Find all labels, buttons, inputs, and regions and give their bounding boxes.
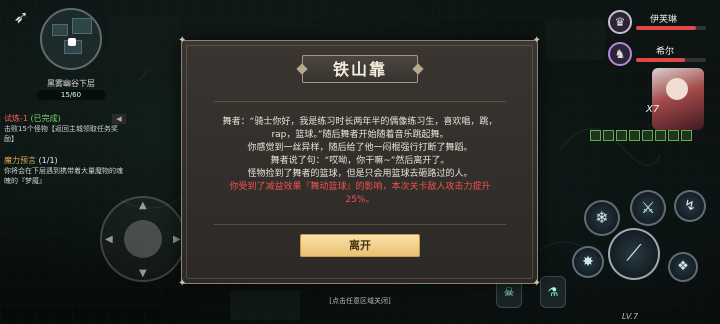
- buff-icon: [590, 130, 601, 141]
- arrow-up-icon: ▲: [139, 200, 147, 211]
- buff-icon: [642, 130, 653, 141]
- quest-count: (1/1): [38, 156, 58, 165]
- corner-ornament-icon: ✦: [532, 35, 541, 46]
- corner-ornament-icon: ✦: [178, 278, 187, 289]
- minimap-room: [72, 18, 92, 34]
- dialog-title-plate: 铁山靠: [302, 55, 418, 83]
- buff-icons: [590, 130, 692, 141]
- area-progress: 15/60: [36, 90, 106, 100]
- close-hint[interactable]: [点击任意区域关闭]: [0, 296, 720, 306]
- minimap-room: [52, 24, 68, 36]
- party-avatar-icon[interactable]: ♛: [608, 10, 632, 34]
- dialog-title: 铁山靠: [332, 60, 387, 79]
- event-dialog: ✦ ✦ ✦ ✦ 铁山靠 舞者：“骑士你好，我是练习时长两年半的偶像练习生，喜欢唱…: [178, 35, 541, 289]
- dodge-skill-icon[interactable]: ❖: [668, 252, 698, 282]
- arrow-down-icon: ▼: [139, 268, 147, 279]
- party-avatar-icon[interactable]: ♞: [608, 42, 632, 66]
- quest-desc: 击败15个怪物【返回主城领取任务奖励】: [4, 125, 118, 143]
- buff-icon: [668, 130, 679, 141]
- leave-button[interactable]: 离开: [300, 234, 420, 257]
- hero-portrait[interactable]: [652, 68, 704, 130]
- arrow-left-icon: ◀: [105, 234, 113, 245]
- party-member-name: 伊芙琳: [650, 15, 678, 25]
- movement-joystick[interactable]: ▲ ▼ ◀ ▶: [100, 196, 186, 282]
- quest-collapse-button[interactable]: ◀: [112, 114, 126, 124]
- buff-icon: [655, 130, 666, 141]
- hero-face: [666, 78, 688, 100]
- ice-skill-icon[interactable]: ❄: [584, 200, 620, 236]
- arrow-right-icon: ▶: [173, 234, 181, 245]
- minimap[interactable]: [40, 8, 102, 70]
- dialog-paragraph: 舞者：“骑士你好，我是练习时长两年半的偶像练习生，喜欢唱，跳，rap，篮球。”随…: [222, 117, 498, 140]
- player-marker-icon: [68, 38, 76, 46]
- buff-icon: [681, 130, 692, 141]
- quest-title: 试炼-1: [4, 114, 28, 123]
- slash-skill-icon[interactable]: ↯: [674, 190, 706, 222]
- level-label: LV.7: [622, 312, 639, 321]
- hp-bar-fill: [636, 26, 696, 30]
- debuff-effect-text: 你受到了减益效果『舞动篮球』的影响，本次关卡敌人攻击力提升25%。: [229, 182, 491, 205]
- dialog-body: 舞者：“骑士你好，我是练习时长两年半的偶像练习生，喜欢唱，跳，rap，篮球。”随…: [214, 101, 506, 225]
- corner-ornament-icon: ✦: [178, 35, 187, 46]
- dialog-paragraph: 怪物捡到了舞者的篮球，但是只会用篮球去砸路过的人。: [247, 169, 473, 179]
- corner-ornament-icon: ✦: [532, 278, 541, 289]
- dialog-paragraph: 你感觉到一丝异样，随后给了他一闷棍强行打断了舞蹈。: [247, 143, 473, 153]
- hp-bar-fill: [636, 58, 685, 62]
- quest-trial[interactable]: 试炼-1 (已完成) 击败15个怪物【返回主城领取任务奖励】: [4, 114, 126, 144]
- quest-title: 魔力预言: [4, 156, 36, 165]
- buff-icon: [629, 130, 640, 141]
- burst-skill-icon[interactable]: ✸: [572, 246, 604, 278]
- winged-boot-icon[interactable]: ➶: [8, 6, 34, 30]
- quest-desc: 你将会在下层遇到携带着大量魔物的魂魄的『梦魇』: [4, 167, 123, 185]
- attack-button[interactable]: ⟋: [608, 228, 660, 280]
- sword-skill-icon[interactable]: ⚔: [630, 190, 666, 226]
- area-name: 黑雾幽谷下层: [47, 79, 95, 88]
- buff-icon: [616, 130, 627, 141]
- quest-status: (已完成): [30, 114, 61, 123]
- dialog-paragraph: 舞者说了句：“哎呦，你干嘛~”然后离开了。: [270, 156, 450, 166]
- joystick-knob[interactable]: [124, 220, 162, 258]
- combo-multiplier: X7: [646, 104, 660, 115]
- party-member-name: 希尔: [656, 47, 675, 57]
- buff-icon: [603, 130, 614, 141]
- quest-prophecy[interactable]: 魔力预言 (1/1) 你将会在下层遇到携带着大量魔物的魂魄的『梦魇』: [4, 156, 126, 186]
